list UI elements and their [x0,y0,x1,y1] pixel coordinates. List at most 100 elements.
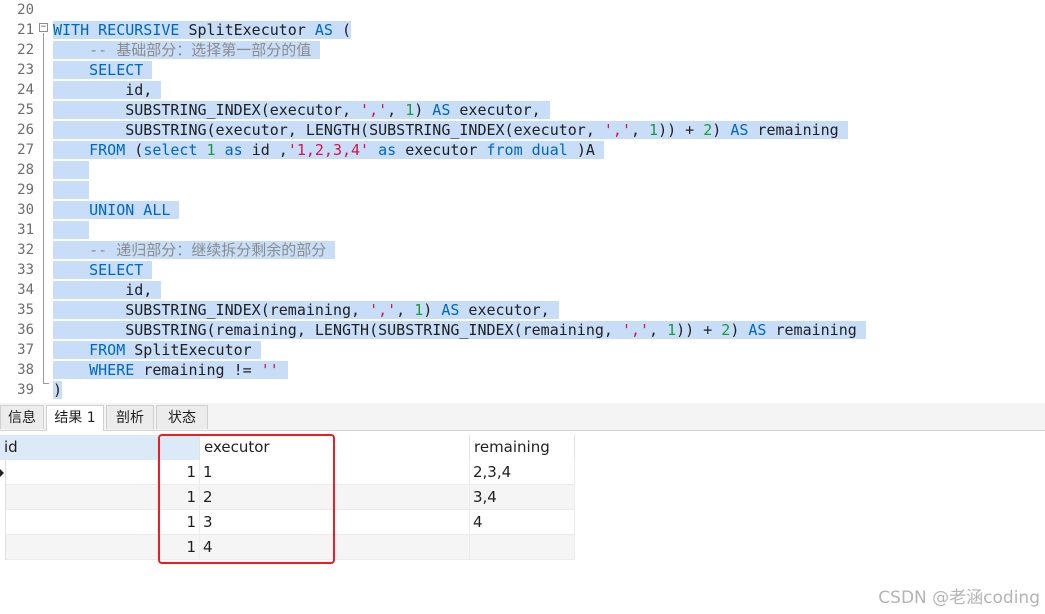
tab-status[interactable]: 状态 [156,405,208,429]
code-token: FROM [89,341,135,359]
code-line[interactable]: SELECT [53,60,153,80]
line-number-gutter: 20 21 22 23 24 25 26 27 28 29 30 31 32 33 34 35 36 37 38 39 [0,0,37,400]
code-line[interactable]: SUBSTRING(remaining, LENGTH(SUBSTRING_IN… [53,320,866,340]
tab-info[interactable]: 信息 [0,405,44,429]
code-line[interactable]: SUBSTRING(executor, LENGTH(SUBSTRING_IND… [53,120,848,140]
code-token: SplitExecutor [188,21,315,39]
column-header-remaining[interactable]: remaining [470,435,575,460]
code-line[interactable]: WITH RECURSIVE SplitExecutor AS ( [53,20,352,40]
selected-text: SUBSTRING_INDEX(remaining, ',', 1) AS ex… [53,301,559,319]
selected-text: SUBSTRING(executor, LENGTH(SUBSTRING_IND… [53,121,848,139]
line-number: 30 [17,202,34,218]
code-line[interactable]: SUBSTRING_INDEX(executor, ',', 1) AS exe… [53,100,550,120]
tab-result-1[interactable]: 结果 1 [46,405,104,431]
code-line[interactable]: ) [53,380,63,400]
current-row-arrow-icon [0,469,4,477]
highlight-annotation-box [158,434,335,564]
cell-id-padding[interactable] [6,535,158,560]
code-token: 1 [414,301,424,319]
code-token: 1 [405,101,415,119]
line-number: 20 [17,2,34,18]
code-token: UNION ALL [89,201,180,219]
code-token: -- 递归部分：继续拆分剩余的部分 [89,241,336,259]
code-token: ',' [621,321,650,339]
code-token: id, [53,281,162,299]
line-number: 32 [17,242,34,258]
fold-range-end [43,383,49,384]
cell-id-padding[interactable] [6,510,158,535]
code-token: id, [53,81,162,99]
code-token: FROM [89,141,135,159]
code-token: SELECT [89,61,153,79]
code-token: executor, [468,301,559,319]
code-line[interactable] [53,160,90,180]
code-token: as [378,141,406,159]
code-token: ) [712,121,731,139]
code-line[interactable] [53,220,90,240]
selected-text: SUBSTRING(remaining, LENGTH(SUBSTRING_IN… [53,321,866,339]
tab-profile[interactable]: 剖析 [106,405,154,429]
code-token: ',' [603,121,631,139]
cell-remaining[interactable]: 2,3,4 [470,460,575,485]
cell-remaining[interactable]: 4 [470,510,575,535]
code-token: SplitExecutor [134,341,261,359]
line-number: 25 [17,102,34,118]
selected-text: -- 递归部分：继续拆分剩余的部分 [53,241,336,259]
code-line[interactable]: id, [53,280,162,300]
code-token: , [396,301,415,319]
code-line[interactable]: FROM (select 1 as id ,'1,2,3,4' as execu… [53,140,604,160]
selected-text [53,161,90,179]
code-token: , [387,101,406,119]
code-line[interactable]: -- 基础部分：选择第一部分的值 [53,40,321,60]
code-line[interactable]: -- 递归部分：继续拆分剩余的部分 [53,240,336,260]
line-number: 31 [17,222,34,238]
code-line[interactable]: SELECT [53,260,153,280]
code-token: from dual [486,141,577,159]
selected-text: id, [53,281,162,299]
fold-range-line [43,33,44,383]
code-token: remaining != [143,361,261,379]
line-number: 23 [17,62,34,78]
code-token: ) [53,381,63,399]
code-line[interactable]: UNION ALL [53,200,180,220]
selected-text [53,181,90,199]
line-number: 37 [17,342,34,358]
line-number: 24 [17,82,34,98]
code-line[interactable]: SUBSTRING_INDEX(remaining, ',', 1) AS ex… [53,300,559,320]
line-number: 26 [17,122,34,138]
line-number: 27 [17,142,34,158]
code-token: AS [730,121,758,139]
line-number: 36 [17,322,34,338]
sql-editor[interactable]: 20 21 22 23 24 25 26 27 28 29 30 31 32 33 34 35 36 37 38 39… [0,0,1045,400]
selected-text: FROM SplitExecutor [53,341,261,359]
fold-gutter [37,0,51,400]
code-line[interactable]: WHERE remaining != '' [53,360,288,380]
cell-remaining[interactable]: 3,4 [470,485,575,510]
line-number: 39 [17,382,34,398]
selected-text: UNION ALL [53,201,180,219]
fold-collapse-icon[interactable]: − [39,23,48,32]
code-token: AS [432,101,460,119]
code-token: 2 [721,321,731,339]
cell-id-padding[interactable] [6,460,158,485]
code-token: )) + [676,321,722,339]
code-token: AS [314,21,342,39]
code-token: ',' [360,101,388,119]
watermark: CSDN @老涵coding [878,588,1040,608]
code-token: SELECT [89,261,153,279]
cell-remaining[interactable] [470,535,575,560]
column-header-id[interactable]: id [0,435,158,460]
code-line[interactable]: FROM SplitExecutor [53,340,261,360]
cell-id-padding[interactable] [6,485,158,510]
selected-text: WHERE remaining != '' [53,361,288,379]
code-token: select [143,141,207,159]
code-line[interactable]: id, [53,80,162,100]
code-line[interactable] [53,180,90,200]
